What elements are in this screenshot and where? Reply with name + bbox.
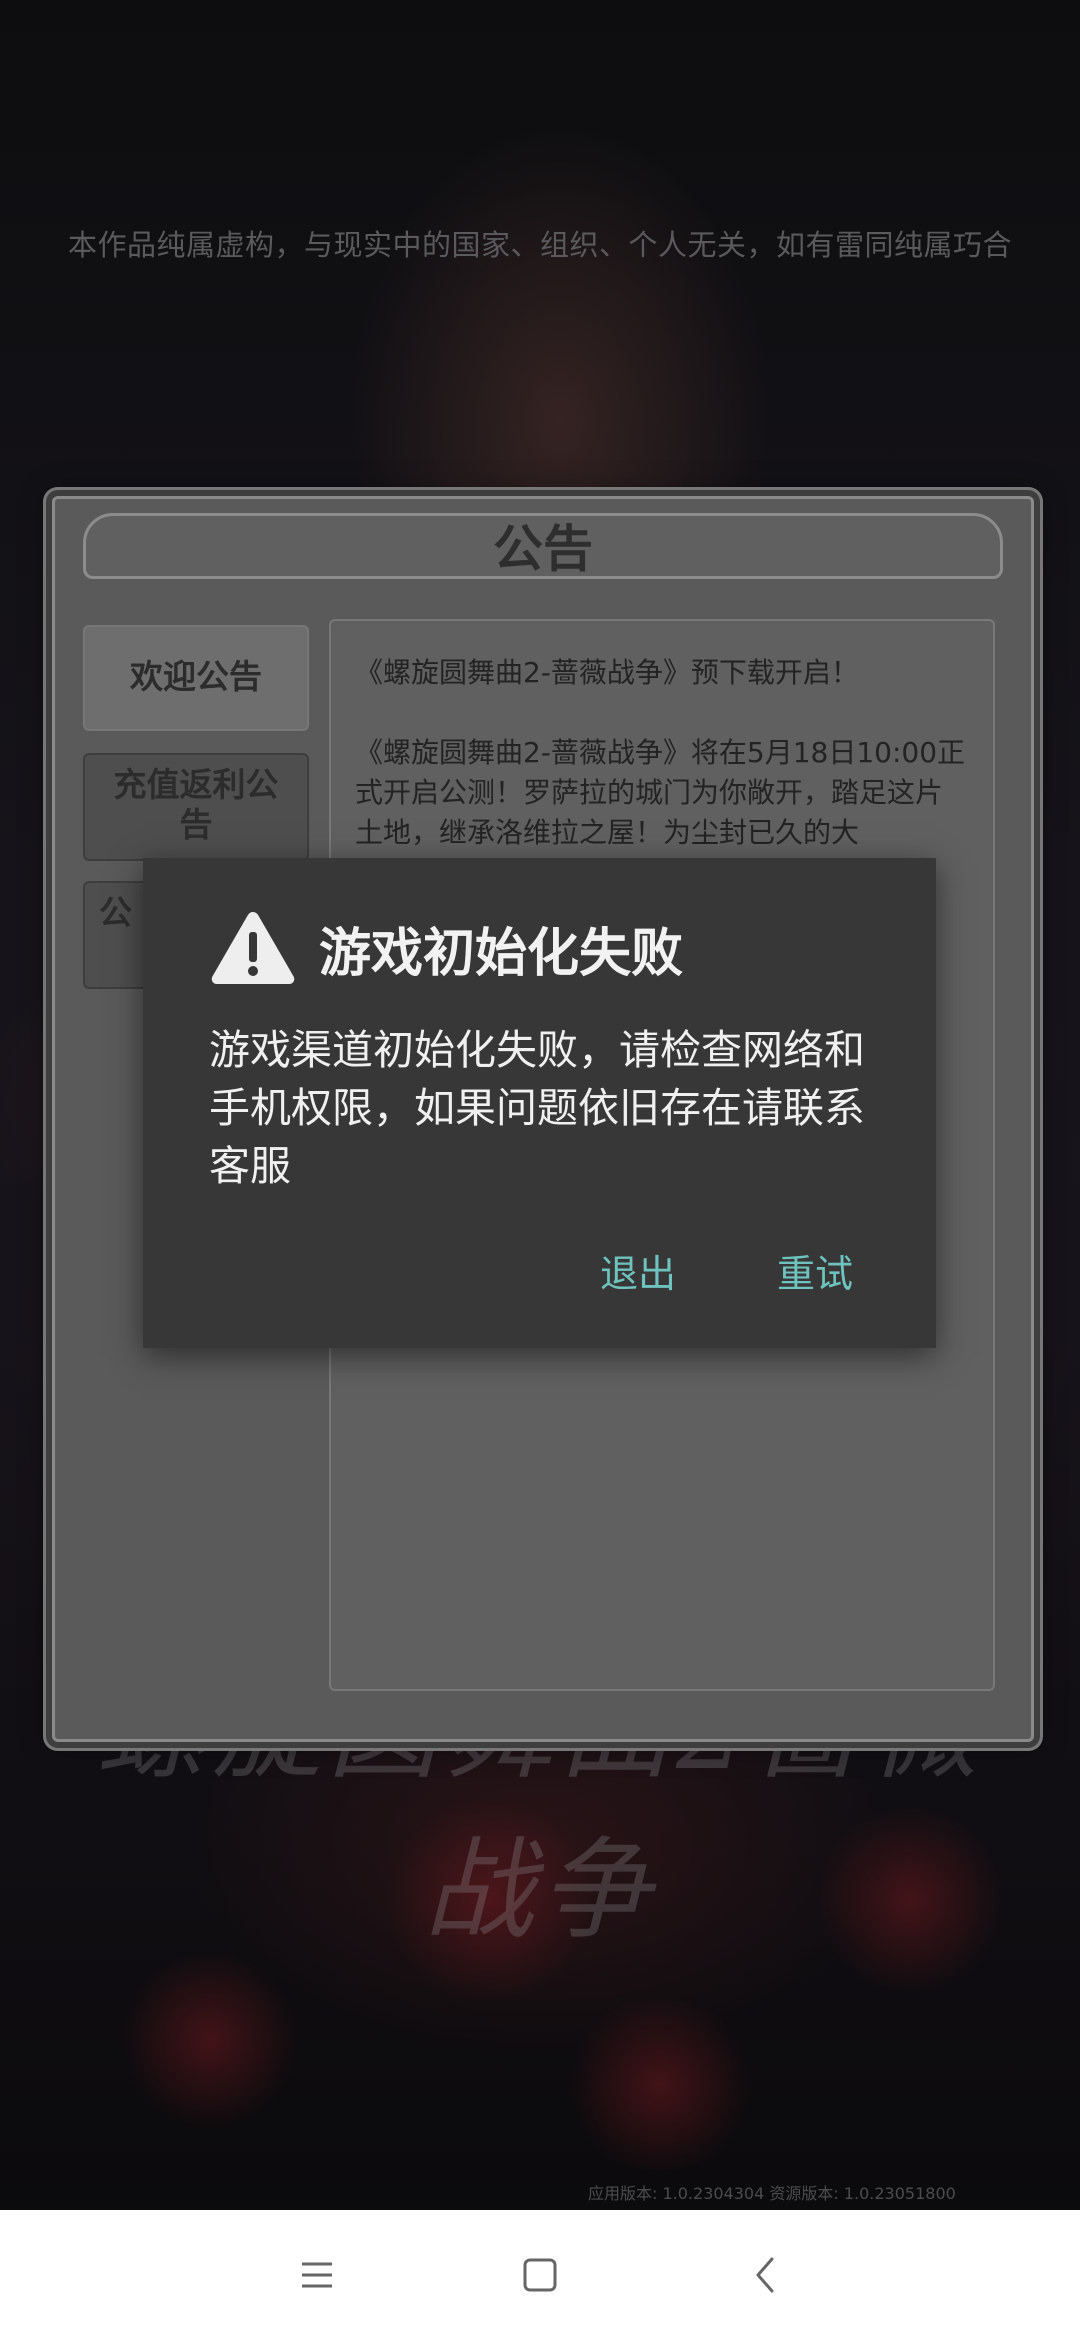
error-dialog: 游戏初始化失败 游戏渠道初始化失败，请检查网络和手机权限，如果问题依旧存在请联系… xyxy=(143,858,936,1348)
exit-button[interactable]: 退出 xyxy=(600,1243,676,1298)
tab-label: 欢迎公告 xyxy=(130,657,262,696)
disclaimer-text: 本作品纯属虚构，与现实中的国家、组织、个人无关，如有雷同纯属巧合 xyxy=(67,228,1012,262)
menu-icon[interactable] xyxy=(292,2250,342,2300)
notice-body: 《螺旋圆舞曲2-蔷薇战争》将在5月18日10:00正式开启公测！罗萨拉的城门为你… xyxy=(355,736,966,849)
dialog-header: 游戏初始化失败 xyxy=(209,908,683,988)
notice-header: 公告 xyxy=(83,513,1003,579)
background-rose xyxy=(560,2000,760,2170)
tab-label: 充值返利公告 xyxy=(113,765,279,844)
warning-icon xyxy=(211,912,295,984)
back-icon[interactable] xyxy=(742,2250,792,2300)
navigation-bar xyxy=(0,2210,1080,2340)
retry-button[interactable]: 重试 xyxy=(777,1243,853,1298)
version-text: 应用版本: 1.0.2304304 资源版本: 1.0.23051800 xyxy=(588,2184,956,2203)
home-icon[interactable] xyxy=(515,2250,565,2300)
tab-label: 公 xyxy=(99,893,132,932)
tab-recharge-notice[interactable]: 充值返利公告 xyxy=(83,753,309,861)
dialog-title: 游戏初始化失败 xyxy=(319,923,684,984)
tab-welcome-notice[interactable]: 欢迎公告 xyxy=(83,625,309,731)
notice-title: 公告 xyxy=(493,519,593,578)
game-screen: 本作品纯属虚构，与现实中的国家、组织、个人无关，如有雷同纯属巧合 螺旋圆舞曲2蔷… xyxy=(0,0,1080,2340)
dialog-message: 游戏渠道初始化失败，请检查网络和手机权限，如果问题依旧存在请联系客服 xyxy=(209,1026,865,1190)
background-rose xyxy=(120,1950,300,2130)
notice-heading: 《螺旋圆舞曲2-蔷薇战争》预下载开启！ xyxy=(355,656,859,689)
